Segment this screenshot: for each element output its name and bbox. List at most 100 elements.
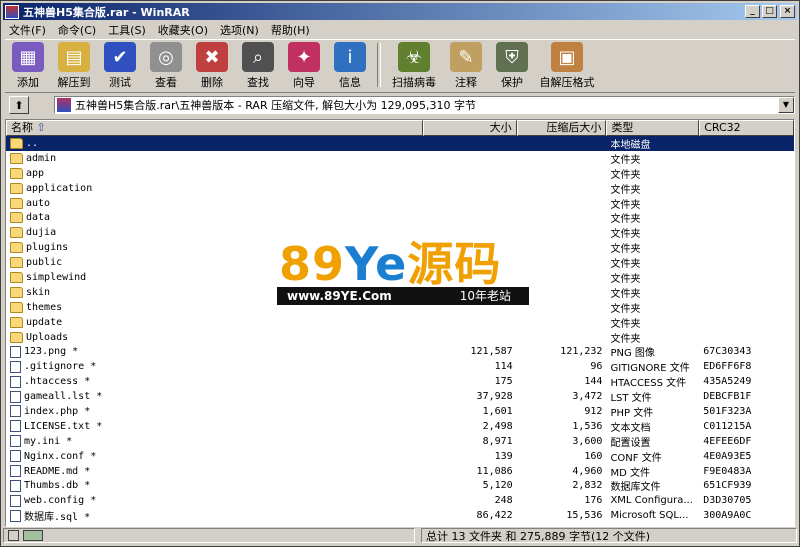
file-row[interactable]: Nginx.conf * 139 160 CONF 文件 4E0A93E5: [6, 449, 794, 464]
cell-name: ..: [6, 137, 423, 149]
cell-size: 11,086: [476, 465, 513, 477]
cell-type: PNG 图像: [610, 348, 655, 360]
cell-type: 数据库文件: [610, 482, 661, 494]
address-field[interactable]: 五神兽H5集合版.rar\五神兽版本 - RAR 压缩文件, 解包大小为 129…: [54, 96, 795, 114]
menu-favorites[interactable]: 收藏夹(O): [152, 22, 214, 38]
toolbar-button-0[interactable]: ▦ 添加: [5, 40, 51, 90]
row-name: admin: [26, 152, 57, 164]
cell-packed: 160: [584, 450, 603, 462]
folder-row[interactable]: app 文件夹: [6, 166, 794, 181]
folder-row[interactable]: Uploads 文件夹: [6, 330, 794, 345]
file-row[interactable]: .gitignore * 114 96 GITIGNORE 文件 ED6FF6F8: [6, 359, 794, 374]
up-folder-button[interactable]: ⬆: [9, 96, 29, 114]
address-dropdown-button[interactable]: ▼: [778, 97, 794, 113]
cell-type: XML Configura...: [610, 495, 693, 507]
file-row[interactable]: Thumbs.db * 5,120 2,832 数据库文件 651CF939: [6, 478, 794, 493]
toolbar-label: 信息: [339, 76, 361, 89]
row-name: ..: [26, 137, 39, 149]
folder-icon: [10, 257, 23, 269]
toolbar-button-7[interactable]: i 信息: [327, 40, 373, 90]
winrar-window: 五神兽H5集合版.rar - WinRAR _ □ × 文件(F) 命令(C) …: [0, 0, 800, 547]
folder-icon: [10, 316, 23, 328]
toolbar-button-8[interactable]: ☣ 扫描病毒: [385, 40, 443, 90]
cell-type: 文件夹: [610, 199, 641, 211]
cell-name: 123.png *: [6, 345, 423, 358]
cell-type: 文件夹: [610, 169, 641, 181]
file-row[interactable]: index.php * 1,601 912 PHP 文件 501F323A: [6, 404, 794, 419]
cell-name: LICENSE.txt *: [6, 420, 423, 433]
watermark: 89Ye源码 www.89YE.Com 10年老站: [277, 241, 529, 307]
folder-row[interactable]: update 文件夹: [6, 315, 794, 330]
file-icon: [10, 360, 21, 373]
row-name: gameall.lst *: [24, 391, 103, 403]
cell-name: 数据库.sql *: [6, 508, 423, 523]
cell-packed: 96: [590, 361, 603, 373]
cell-name: data: [6, 212, 423, 224]
folder-row[interactable]: data 文件夹: [6, 210, 794, 225]
folder-row[interactable]: auto 文件夹: [6, 196, 794, 211]
col-name-header[interactable]: 名称 ⇧: [6, 120, 423, 136]
menu-tools[interactable]: 工具(S): [102, 22, 152, 38]
menu-bar: 文件(F) 命令(C) 工具(S) 收藏夹(O) 选项(N) 帮助(H): [3, 21, 797, 38]
cell-type: 文件夹: [610, 229, 641, 241]
toolbar-button-11[interactable]: ▣ 自解压格式: [535, 40, 599, 90]
row-name: data: [26, 212, 51, 224]
folder-row[interactable]: .. 本地磁盘: [6, 136, 794, 151]
row-name: LICENSE.txt *: [24, 420, 103, 432]
minimize-button[interactable]: _: [745, 5, 760, 18]
archive-icon: [57, 98, 71, 112]
watermark-logo: 89Ye源码: [279, 237, 502, 291]
col-size-header[interactable]: 大小: [422, 120, 517, 136]
title-bar: 五神兽H5集合版.rar - WinRAR _ □ ×: [3, 3, 797, 20]
toolbar-button-6[interactable]: ✦ 向导: [281, 40, 327, 90]
toolbar-button-4[interactable]: ✖ 删除: [189, 40, 235, 90]
folder-icon: [10, 331, 23, 343]
file-row[interactable]: README.md * 11,086 4,960 MD 文件 F9E0483A: [6, 464, 794, 479]
cell-size: 139: [494, 450, 513, 462]
folder-row[interactable]: application 文件夹: [6, 181, 794, 196]
file-rows: .. 本地磁盘 admin 文件夹 app 文件夹 application 文件夹 auto 文件…: [6, 136, 794, 523]
row-name: Nginx.conf *: [24, 450, 97, 462]
toolbar-button-1[interactable]: ▤ 解压到: [51, 40, 97, 90]
cell-crc: 501F323A: [703, 405, 752, 417]
file-row[interactable]: gameall.lst * 37,928 3,472 LST 文件 DEBCFB1F: [6, 389, 794, 404]
col-packed-header[interactable]: 压缩后大小: [516, 120, 607, 136]
row-name: README.md *: [24, 465, 91, 477]
file-row[interactable]: LICENSE.txt * 2,498 1,536 文本文档 C011215A: [6, 419, 794, 434]
file-row[interactable]: .htaccess * 175 144 HTACCESS 文件 435A5249: [6, 374, 794, 389]
cell-packed: 2,832: [572, 480, 603, 492]
winrar-app-icon: [5, 4, 19, 19]
delete-trash-icon: ✖: [196, 42, 228, 72]
cell-crc: DEBCFB1F: [703, 391, 752, 403]
menu-help[interactable]: 帮助(H): [265, 22, 316, 38]
file-row[interactable]: 数据库.sql * 86,422 15,536 Microsoft SQL... 300…: [6, 508, 794, 523]
toolbar-label: 添加: [17, 76, 39, 89]
menu-file[interactable]: 文件(F): [3, 22, 52, 38]
drive-icon: [23, 530, 43, 541]
cell-packed: 4,960: [572, 465, 603, 477]
window-title: 五神兽H5集合版.rar - WinRAR: [23, 5, 190, 19]
cell-size: 37,928: [476, 391, 513, 403]
col-type-header[interactable]: 类型: [606, 120, 700, 136]
cell-type: 文件夹: [610, 273, 641, 285]
menu-options[interactable]: 选项(N): [214, 22, 265, 38]
sort-arrow-icon: ⇧: [36, 121, 46, 134]
col-crc-header[interactable]: CRC32: [699, 120, 794, 136]
file-row[interactable]: 123.png * 121,587 121,232 PNG 图像 67C30343: [6, 344, 794, 359]
toolbar-button-3[interactable]: ◎ 查看: [143, 40, 189, 90]
toolbar-button-5[interactable]: ⌕ 查找: [235, 40, 281, 90]
toolbar-button-10[interactable]: ⛨ 保护: [489, 40, 535, 90]
row-name: Uploads: [26, 331, 69, 343]
menu-commands[interactable]: 命令(C): [52, 22, 102, 38]
file-row[interactable]: my.ini * 8,971 3,600 配置设置 4EFEE6DF: [6, 434, 794, 449]
status-text: 总计 13 文件夹 和 275,889 字节(12 个文件): [421, 528, 797, 543]
toolbar-button-2[interactable]: ✔ 测试: [97, 40, 143, 90]
file-row[interactable]: web.config * 248 176 XML Configura... D3D307…: [6, 493, 794, 508]
file-icon: [10, 420, 21, 433]
maximize-button[interactable]: □: [762, 5, 777, 18]
cell-packed: 912: [584, 405, 603, 417]
close-button[interactable]: ×: [780, 5, 795, 18]
folder-row[interactable]: admin 文件夹: [6, 151, 794, 166]
toolbar-button-9[interactable]: ✎ 注释: [443, 40, 489, 90]
folder-icon: [10, 286, 23, 298]
